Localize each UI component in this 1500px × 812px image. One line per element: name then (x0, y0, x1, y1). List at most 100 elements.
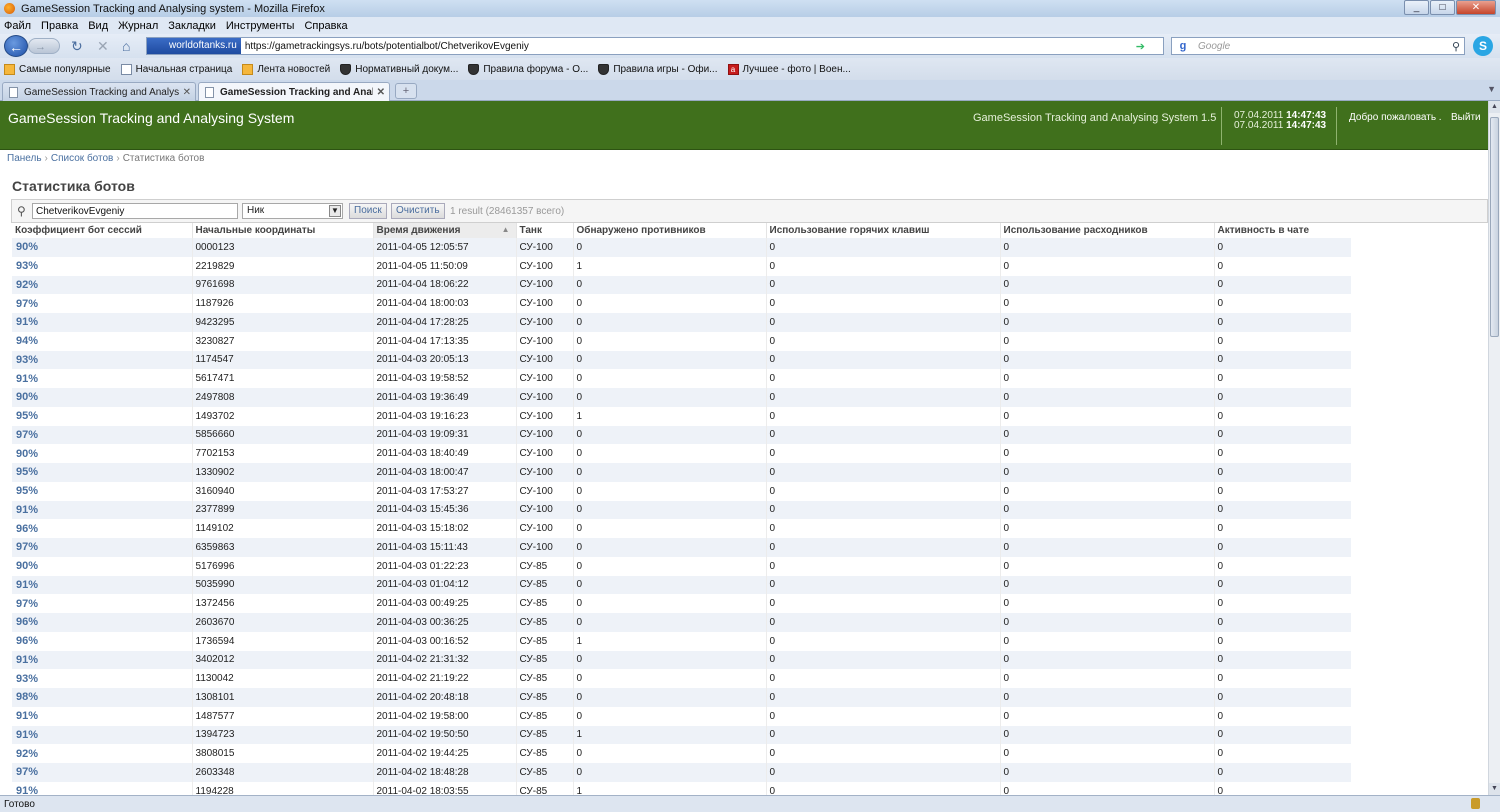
search-input[interactable] (32, 203, 238, 219)
skype-icon[interactable]: S (1473, 36, 1493, 56)
scroll-up-icon[interactable]: ▲ (1489, 101, 1500, 113)
bookmark-item[interactable]: Правила игры - Офи... (598, 63, 718, 75)
bot-coefficient-link[interactable]: 93% (12, 350, 193, 370)
browser-tab-active[interactable]: GameSession Tracking and Analys... ✕ (198, 82, 390, 101)
menu-view[interactable]: Вид (88, 20, 108, 32)
bot-coefficient-link[interactable]: 97% (12, 538, 193, 557)
bookmark-item[interactable]: Самые популярные (4, 63, 111, 75)
scrollbar-thumb[interactable] (1490, 117, 1499, 337)
column-header[interactable]: Начальные координаты (192, 223, 374, 238)
logout-link[interactable]: Выйти (1451, 112, 1481, 123)
bot-coefficient-link[interactable]: 91% (12, 781, 193, 795)
menu-history[interactable]: Журнал (118, 20, 158, 32)
table-body: 90% 0000123 2011-04-05 12:05:57 СУ-100 0 0 0 0 9… (12, 238, 1351, 795)
table-cell: СУ-85 (516, 556, 574, 576)
table-cell: 0 (1000, 575, 1215, 595)
bot-coefficient-link[interactable]: 91% (12, 706, 193, 726)
bot-coefficient-link[interactable]: 91% (12, 369, 193, 388)
bot-coefficient-link[interactable]: 92% (12, 275, 193, 295)
column-header[interactable]: Использование расходников (1000, 223, 1215, 238)
breadcrumb-dashboard[interactable]: Панель (7, 153, 42, 164)
search-input[interactable]: Google (1198, 41, 1452, 52)
bot-coefficient-link[interactable]: 90% (12, 444, 193, 463)
column-header[interactable]: Использование горячих клавиш (766, 223, 1001, 238)
site-logo-icon: a (727, 63, 739, 75)
close-tab-icon[interactable]: ✕ (183, 87, 191, 98)
bot-coefficient-link[interactable]: 90% (12, 238, 193, 257)
column-header[interactable]: Активность в чате (1214, 223, 1351, 238)
table-cell: СУ-100 (516, 350, 574, 370)
status-bar: Готово (0, 795, 1500, 812)
reload-icon[interactable]: ↻ (71, 38, 83, 54)
breadcrumb-bot-list[interactable]: Список ботов (51, 153, 113, 164)
bot-coefficient-link[interactable]: 91% (12, 650, 193, 670)
browser-tab[interactable]: GameSession Tracking and Analysi... ✕ (2, 82, 196, 101)
table-cell: 2011-04-02 19:58:00 (373, 706, 517, 726)
bot-coefficient-link[interactable]: 98% (12, 688, 193, 707)
address-bar[interactable]: worldoftanks.ru https://gametrackingsys.… (146, 37, 1164, 55)
column-header[interactable]: Коэффициент бот сессий (12, 223, 193, 238)
bot-coefficient-link[interactable]: 92% (12, 744, 193, 763)
forward-button[interactable]: → (28, 38, 60, 54)
new-tab-button[interactable]: + (395, 83, 417, 99)
menu-help[interactable]: Справка (304, 20, 347, 32)
table-cell: 1149102 (192, 519, 374, 538)
go-arrow-icon[interactable]: ➔ (1136, 40, 1145, 53)
bot-coefficient-link[interactable]: 95% (12, 481, 193, 501)
search-field-select[interactable]: Ник ▼ (242, 203, 343, 219)
menu-tools[interactable]: Инструменты (226, 20, 295, 32)
menu-edit[interactable]: Правка (41, 20, 78, 32)
chevron-down-icon[interactable]: ▼ (329, 205, 341, 217)
table-row: 97% 5856660 2011-04-03 19:09:31 СУ-100 0 0 0 0 (12, 425, 1351, 445)
bot-coefficient-link[interactable]: 96% (12, 519, 193, 538)
table-row: 90% 0000123 2011-04-05 12:05:57 СУ-100 0 0 0 0 (12, 238, 1351, 257)
close-window-button[interactable]: ✕ (1456, 0, 1496, 15)
table-cell: 0 (1214, 275, 1351, 295)
bot-coefficient-link[interactable]: 91% (12, 725, 193, 745)
clear-button[interactable]: Очистить (391, 203, 445, 219)
tab-list-icon[interactable]: ▼ (1487, 84, 1496, 94)
bot-coefficient-link[interactable]: 91% (12, 313, 193, 332)
bot-coefficient-link[interactable]: 96% (12, 631, 193, 651)
maximize-button[interactable]: □ (1430, 0, 1455, 15)
search-button[interactable]: Поиск (349, 203, 387, 219)
bot-coefficient-link[interactable]: 91% (12, 500, 193, 520)
bot-coefficient-link[interactable]: 90% (12, 388, 193, 407)
stop-icon[interactable]: ✕ (97, 38, 109, 54)
home-icon[interactable]: ⌂ (122, 38, 130, 54)
bookmark-item[interactable]: Правила форума - О... (468, 63, 588, 75)
bot-coefficient-link[interactable]: 94% (12, 331, 193, 351)
bot-coefficient-link[interactable]: 93% (12, 256, 193, 276)
bot-coefficient-link[interactable]: 97% (12, 294, 193, 313)
menu-bookmarks[interactable]: Закладки (168, 20, 216, 32)
bot-coefficient-link[interactable]: 97% (12, 594, 193, 613)
search-bar[interactable]: g Google ⚲ (1171, 37, 1465, 55)
site-identity-badge[interactable]: worldoftanks.ru (147, 38, 241, 54)
table-cell: 2011-04-02 21:19:22 (373, 669, 517, 688)
search-icon[interactable]: ⚲ (1452, 40, 1460, 53)
bookmark-item[interactable]: Начальная страница (120, 63, 232, 75)
bot-coefficient-link[interactable]: 95% (12, 463, 193, 482)
column-header[interactable]: Танк (516, 223, 574, 238)
bookmark-item[interactable]: Нормативный докум... (340, 63, 458, 75)
close-tab-icon[interactable]: ✕ (377, 87, 385, 98)
bot-coefficient-link[interactable]: 97% (12, 763, 193, 782)
bot-coefficient-link[interactable]: 95% (12, 406, 193, 426)
minimize-button[interactable]: _ (1404, 0, 1429, 15)
column-header-sorted[interactable]: Время движения ▲ (373, 223, 517, 238)
bot-coefficient-link[interactable]: 91% (12, 575, 193, 595)
scroll-down-icon[interactable]: ▼ (1489, 783, 1500, 795)
page-icon (120, 63, 132, 75)
back-button[interactable]: ← (4, 35, 28, 57)
url-text[interactable]: https://gametrackingsys.ru/bots/potentia… (245, 41, 1136, 52)
vertical-scrollbar[interactable]: ▲ ▼ (1488, 101, 1500, 795)
bookmark-item[interactable]: Лента новостей (242, 63, 330, 75)
bot-coefficient-link[interactable]: 90% (12, 556, 193, 576)
bot-coefficient-link[interactable]: 97% (12, 425, 193, 445)
google-icon[interactable]: g (1172, 38, 1194, 54)
column-header[interactable]: Обнаружено противников (573, 223, 767, 238)
bookmark-item[interactable]: a Лучшее - фото | Воен... (727, 63, 851, 75)
bot-coefficient-link[interactable]: 96% (12, 613, 193, 632)
menu-file[interactable]: Файл (4, 20, 31, 32)
bot-coefficient-link[interactable]: 93% (12, 669, 193, 688)
